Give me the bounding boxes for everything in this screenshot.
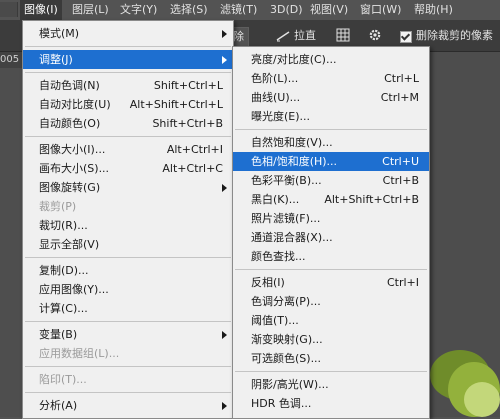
menu-item-apply-image[interactable]: 应用图像(Y)... [23, 280, 233, 299]
adjustments-submenu: 亮度/对比度(C)... 色阶(L)... Ctrl+L 曲线(U)... Ct… [232, 46, 430, 419]
menu-item-apply-data-set: 应用数据组(L)... [39, 347, 120, 360]
menu-item-exposure[interactable]: 曝光度(E)... [233, 107, 429, 126]
menu-item-levels[interactable]: 色阶(L)... Ctrl+L [233, 69, 429, 88]
menu-item-auto-color[interactable]: 自动颜色(O) Shift+Ctrl+B [23, 114, 233, 133]
menu-bar: 图像(I) 图层(L) 文字(Y) 选择(S) 滤镜(T) 3D(D) 视图(V… [0, 0, 500, 21]
submenu-arrow-icon [222, 331, 227, 339]
straighten-icon[interactable] [276, 29, 290, 43]
menu-separator [25, 136, 231, 137]
menu-separator [25, 392, 231, 393]
menu-separator [25, 366, 231, 367]
menu-item-canvas-size[interactable]: 画布大小(S)... Alt+Ctrl+C [23, 159, 233, 178]
menu-item-calculations[interactable]: 计算(C)... [23, 299, 233, 318]
menu-layer[interactable]: 图层(L) [68, 0, 113, 20]
menu-filter[interactable]: 滤镜(T) [216, 0, 261, 20]
menu-item-hdr-toning[interactable]: HDR 色调... [233, 394, 429, 413]
menu-type[interactable]: 文字(Y) [116, 0, 161, 20]
menu-separator [25, 257, 231, 258]
submenu-arrow-icon [222, 402, 227, 410]
menu-item-channel-mixer[interactable]: 通道混合器(X)... [233, 228, 429, 247]
straighten-label[interactable]: 拉直 [294, 27, 316, 45]
submenu-arrow-icon [222, 30, 227, 38]
menu-item-image-rotation[interactable]: 图像旋转(G) [23, 178, 233, 197]
menu-item-photo-filter[interactable]: 照片滤镜(F)... [233, 209, 429, 228]
menu-separator [25, 72, 231, 73]
menu-item-reveal-all[interactable]: 显示全部(V) [23, 235, 233, 254]
menu-item-invert[interactable]: 反相(I) Ctrl+I [233, 273, 429, 292]
menu-item-vibrance[interactable]: 自然饱和度(V)... [233, 133, 429, 152]
menu-separator [235, 269, 427, 270]
menu-item-image-size[interactable]: 图像大小(I)... Alt+Ctrl+I [23, 140, 233, 159]
menu-separator [25, 46, 231, 47]
menu-item-gradient-map[interactable]: 渐变映射(G)... [233, 330, 429, 349]
submenu-arrow-icon [222, 56, 227, 64]
menu-item-color-balance[interactable]: 色彩平衡(B)... Ctrl+B [233, 171, 429, 190]
canvas-left-area [0, 52, 22, 417]
menu-item-hue-saturation[interactable]: 色相/饱和度(H)... Ctrl+U [233, 152, 429, 171]
menu-item-color-lookup[interactable]: 颜色查找... [233, 247, 429, 266]
menu-item-crop: 裁剪(P) [39, 200, 77, 213]
menu-item-curves[interactable]: 曲线(U)... Ctrl+M [233, 88, 429, 107]
menu-separator [25, 321, 231, 322]
menu-item-adjustments[interactable]: 调整(J) [23, 50, 233, 69]
app-logo[interactable] [0, 2, 18, 17]
menu-item-analysis[interactable]: 分析(A) [23, 396, 233, 415]
leaf-shape [464, 382, 500, 417]
menu-item-brightness-contrast[interactable]: 亮度/对比度(C)... [233, 50, 429, 69]
canvas-image-area[interactable] [430, 52, 500, 417]
menu-window[interactable]: 窗口(W) [356, 0, 405, 20]
delete-cropped-checkbox[interactable] [400, 31, 412, 43]
menu-3d[interactable]: 3D(D) [266, 0, 307, 20]
menu-item-black-white[interactable]: 黑白(K)... Alt+Shift+Ctrl+B [233, 190, 429, 209]
grid-icon[interactable] [336, 28, 350, 42]
menu-item-shadows-highlights[interactable]: 阴影/高光(W)... [233, 375, 429, 394]
menu-item-auto-tone[interactable]: 自动色调(N) Shift+Ctrl+L [23, 76, 233, 95]
menu-item-mode[interactable]: 模式(M) [23, 24, 233, 43]
menu-item-auto-contrast[interactable]: 自动对比度(U) Alt+Shift+Ctrl+L [23, 95, 233, 114]
menu-item-trim[interactable]: 裁切(R)... [23, 216, 233, 235]
menu-item-variables[interactable]: 变量(B) [23, 325, 233, 344]
menu-help[interactable]: 帮助(H) [410, 0, 457, 20]
image-menu: 模式(M) 调整(J) 自动色调(N) Shift+Ctrl+L 自动对比度(U… [22, 20, 234, 419]
menu-image[interactable]: 图像(I) [20, 0, 62, 20]
menu-select[interactable]: 选择(S) [166, 0, 212, 20]
menu-item-selective-color[interactable]: 可选颜色(S)... [233, 349, 429, 368]
menu-item-posterize[interactable]: 色调分离(P)... [233, 292, 429, 311]
menu-item-trap: 陷印(T)... [39, 373, 87, 386]
document-tab-label: 005 [0, 54, 20, 65]
gear-icon[interactable] [368, 28, 382, 42]
menu-view[interactable]: 视图(V) [306, 0, 352, 20]
submenu-arrow-icon [222, 184, 227, 192]
delete-cropped-label[interactable]: 删除裁剪的像素 [416, 27, 493, 45]
menu-separator [235, 129, 427, 130]
menu-item-duplicate[interactable]: 复制(D)... [23, 261, 233, 280]
menu-item-threshold[interactable]: 阈值(T)... [233, 311, 429, 330]
menu-separator [235, 371, 427, 372]
